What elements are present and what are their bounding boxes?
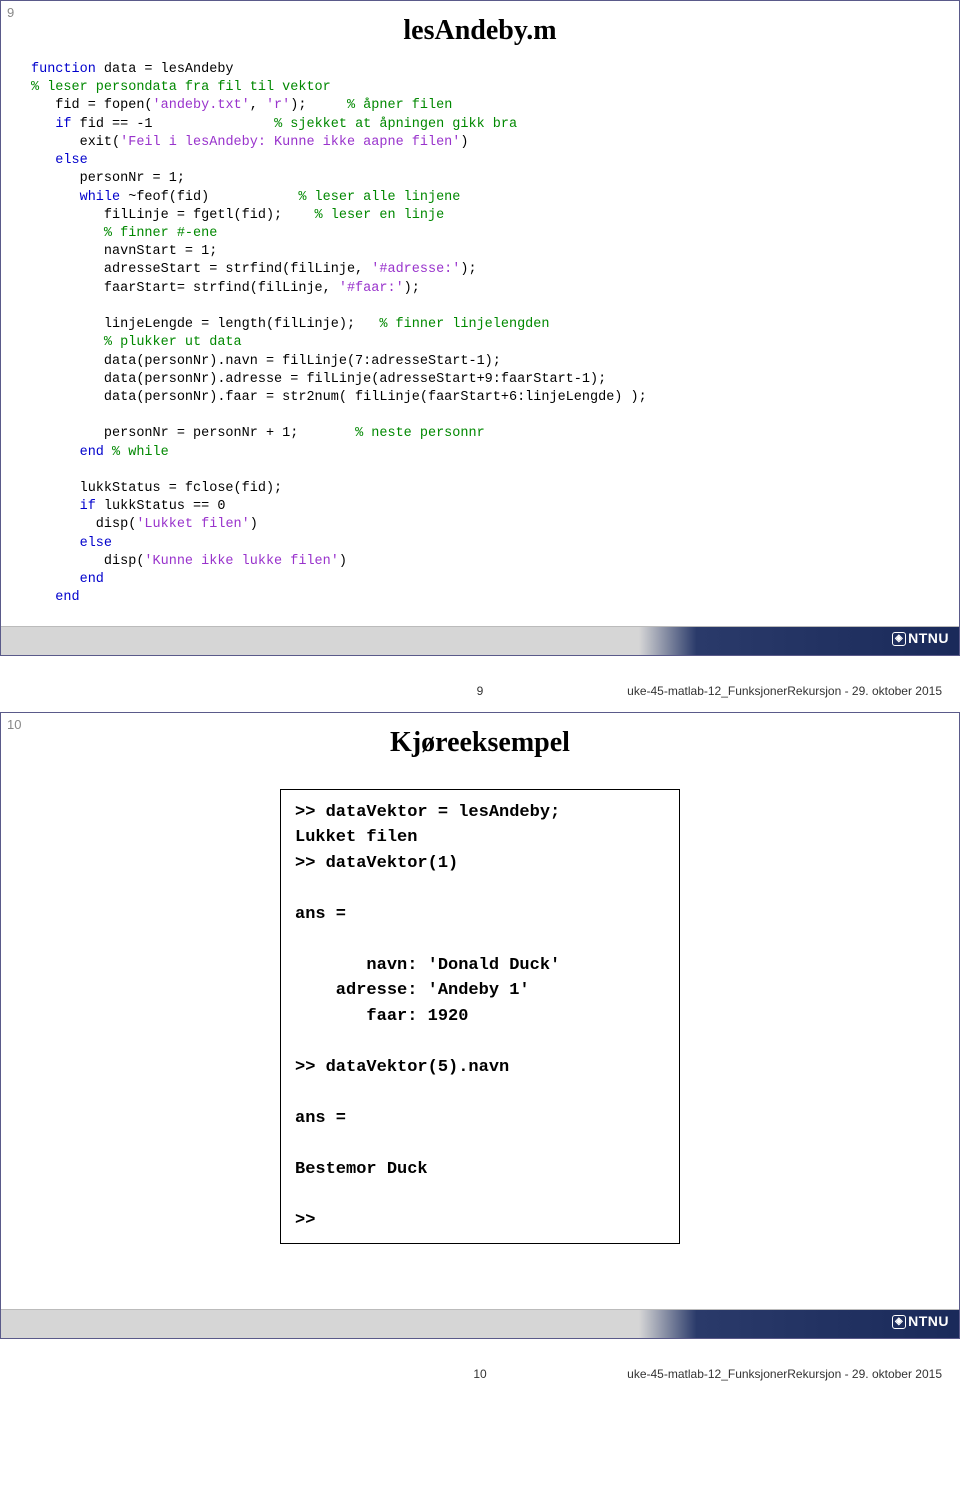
code-string: 'Kunne ikke lukke filen' <box>144 554 338 569</box>
ntnu-logo: ◈NTNU <box>892 1313 949 1329</box>
code-text: adresseStart = strfind(filLinje, <box>31 262 371 277</box>
slide-2: 10 Kjøreeksempel >> dataVektor = lesAnde… <box>0 712 960 1339</box>
footer-bar: ◈NTNU <box>1 1309 959 1338</box>
code-text: ) <box>250 517 258 532</box>
code-comment: % neste personnr <box>355 426 485 441</box>
slide-body: >> dataVektor = lesAndeby; Lukket filen … <box>1 789 959 1309</box>
code-string: '#adresse:' <box>371 262 460 277</box>
code-text: ) <box>460 135 468 150</box>
page-meta: 9 uke-45-matlab-12_FunksjonerRekursjon -… <box>0 676 960 712</box>
code-comment: % leser persondata fra fil til vektor <box>31 80 331 95</box>
code-text <box>31 499 80 514</box>
code-comment: % leser en linje <box>315 208 445 223</box>
code-text <box>31 445 80 460</box>
matlab-console-output: >> dataVektor = lesAndeby; Lukket filen … <box>280 789 680 1245</box>
code-text: ) <box>339 554 347 569</box>
code-keyword: function <box>31 62 96 77</box>
page-meta: 10 uke-45-matlab-12_FunksjonerRekursjon … <box>0 1359 960 1395</box>
slide-1: 9 lesAndeby.m function data = lesAndeby … <box>0 0 960 656</box>
logo-icon: ◈ <box>892 1315 906 1329</box>
page-number-bottom: 10 <box>473 1367 486 1381</box>
slide-number: 10 <box>7 717 21 732</box>
code-string: 'Feil i lesAndeby: Kunne ikke aapne file… <box>120 135 460 150</box>
page-number-bottom: 9 <box>477 684 484 698</box>
code-comment: % leser alle linjene <box>298 190 460 205</box>
code-text: ); <box>290 98 347 113</box>
code-keyword: if <box>80 499 96 514</box>
code-text: data = lesAndeby <box>96 62 234 77</box>
code-text: fid == -1 <box>72 117 275 132</box>
code-text: data(personNr).navn = filLinje(7:adresse… <box>31 354 501 369</box>
code-text: exit( <box>31 135 120 150</box>
logo-icon: ◈ <box>892 632 906 646</box>
code-text <box>31 117 55 132</box>
code-keyword: else <box>31 153 88 168</box>
code-string: 'r' <box>266 98 290 113</box>
slide-title: lesAndeby.m <box>1 1 959 57</box>
code-text <box>104 445 112 460</box>
code-text: ~feof(fid) <box>120 190 298 205</box>
code-text: , <box>250 98 266 113</box>
code-string: 'Lukket filen' <box>136 517 249 532</box>
footer-bar: ◈NTNU <box>1 626 959 655</box>
code-comment: % åpner filen <box>347 98 452 113</box>
slide-title: Kjøreeksempel <box>1 713 959 769</box>
code-keyword: end <box>31 590 80 605</box>
code-comment: % sjekket at åpningen gikk bra <box>274 117 517 132</box>
page-filename-date: uke-45-matlab-12_FunksjonerRekursjon - 2… <box>627 1367 942 1381</box>
code-keyword: if <box>55 117 71 132</box>
logo-text: NTNU <box>908 630 949 646</box>
code-string: '#faar:' <box>339 281 404 296</box>
code-text: faarStart= strfind(filLinje, <box>31 281 339 296</box>
code-comment: % finner linjelengden <box>379 317 549 332</box>
code-comment: % plukker ut data <box>31 335 242 350</box>
code-comment: % while <box>112 445 169 460</box>
code-text: lukkStatus == 0 <box>96 499 226 514</box>
code-text: personNr = personNr + 1; <box>31 426 355 441</box>
code-block: function data = lesAndeby % leser person… <box>1 57 959 626</box>
code-text: disp( <box>31 554 144 569</box>
page-filename-date: uke-45-matlab-12_FunksjonerRekursjon - 2… <box>627 684 942 698</box>
code-text: disp( <box>31 517 136 532</box>
code-keyword: end <box>31 572 104 587</box>
code-string: 'andeby.txt' <box>153 98 250 113</box>
ntnu-logo: ◈NTNU <box>892 630 949 646</box>
code-keyword: else <box>31 536 112 551</box>
code-text: personNr = 1; <box>31 171 185 186</box>
code-text: ); <box>404 281 420 296</box>
code-text: filLinje = fgetl(fid); <box>31 208 315 223</box>
code-text: data(personNr).faar = str2num( filLinje(… <box>31 390 647 405</box>
code-keyword: end <box>80 445 104 460</box>
slide-number: 9 <box>7 5 14 20</box>
code-comment: % finner #-ene <box>31 226 217 241</box>
code-text: linjeLengde = length(filLinje); <box>31 317 379 332</box>
code-keyword: while <box>80 190 121 205</box>
code-text: data(personNr).adresse = filLinje(adress… <box>31 372 606 387</box>
code-text: navnStart = 1; <box>31 244 217 259</box>
logo-text: NTNU <box>908 1313 949 1329</box>
code-text: lukkStatus = fclose(fid); <box>31 481 282 496</box>
code-text: fid = fopen( <box>31 98 153 113</box>
code-text: ); <box>460 262 476 277</box>
code-text <box>31 190 80 205</box>
